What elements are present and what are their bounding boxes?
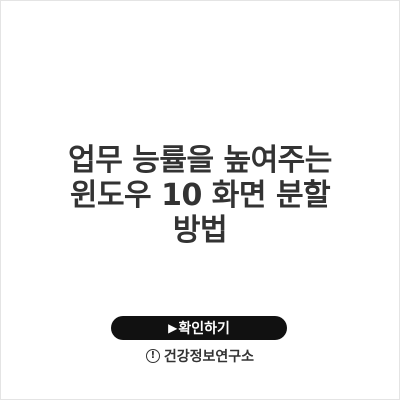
title-line-1: 업무 능률을 높여주는 <box>68 143 332 178</box>
confirm-button[interactable]: ▶ 확인하기 <box>111 316 287 340</box>
title-line-3: 방법 <box>172 213 228 248</box>
play-arrow-icon: ▶ <box>168 321 178 335</box>
title-line-2: 윈도우 10 화면 분할 <box>69 178 331 213</box>
page-title: 업무 능률을 높여주는 윈도우 10 화면 분할 방법 <box>20 143 380 248</box>
exclamation-icon: ! <box>145 349 160 363</box>
source-credit: ! 건강정보연구소 <box>0 346 400 366</box>
confirm-button-label: 확인하기 <box>178 321 230 337</box>
source-label: 건강정보연구소 <box>163 349 255 365</box>
